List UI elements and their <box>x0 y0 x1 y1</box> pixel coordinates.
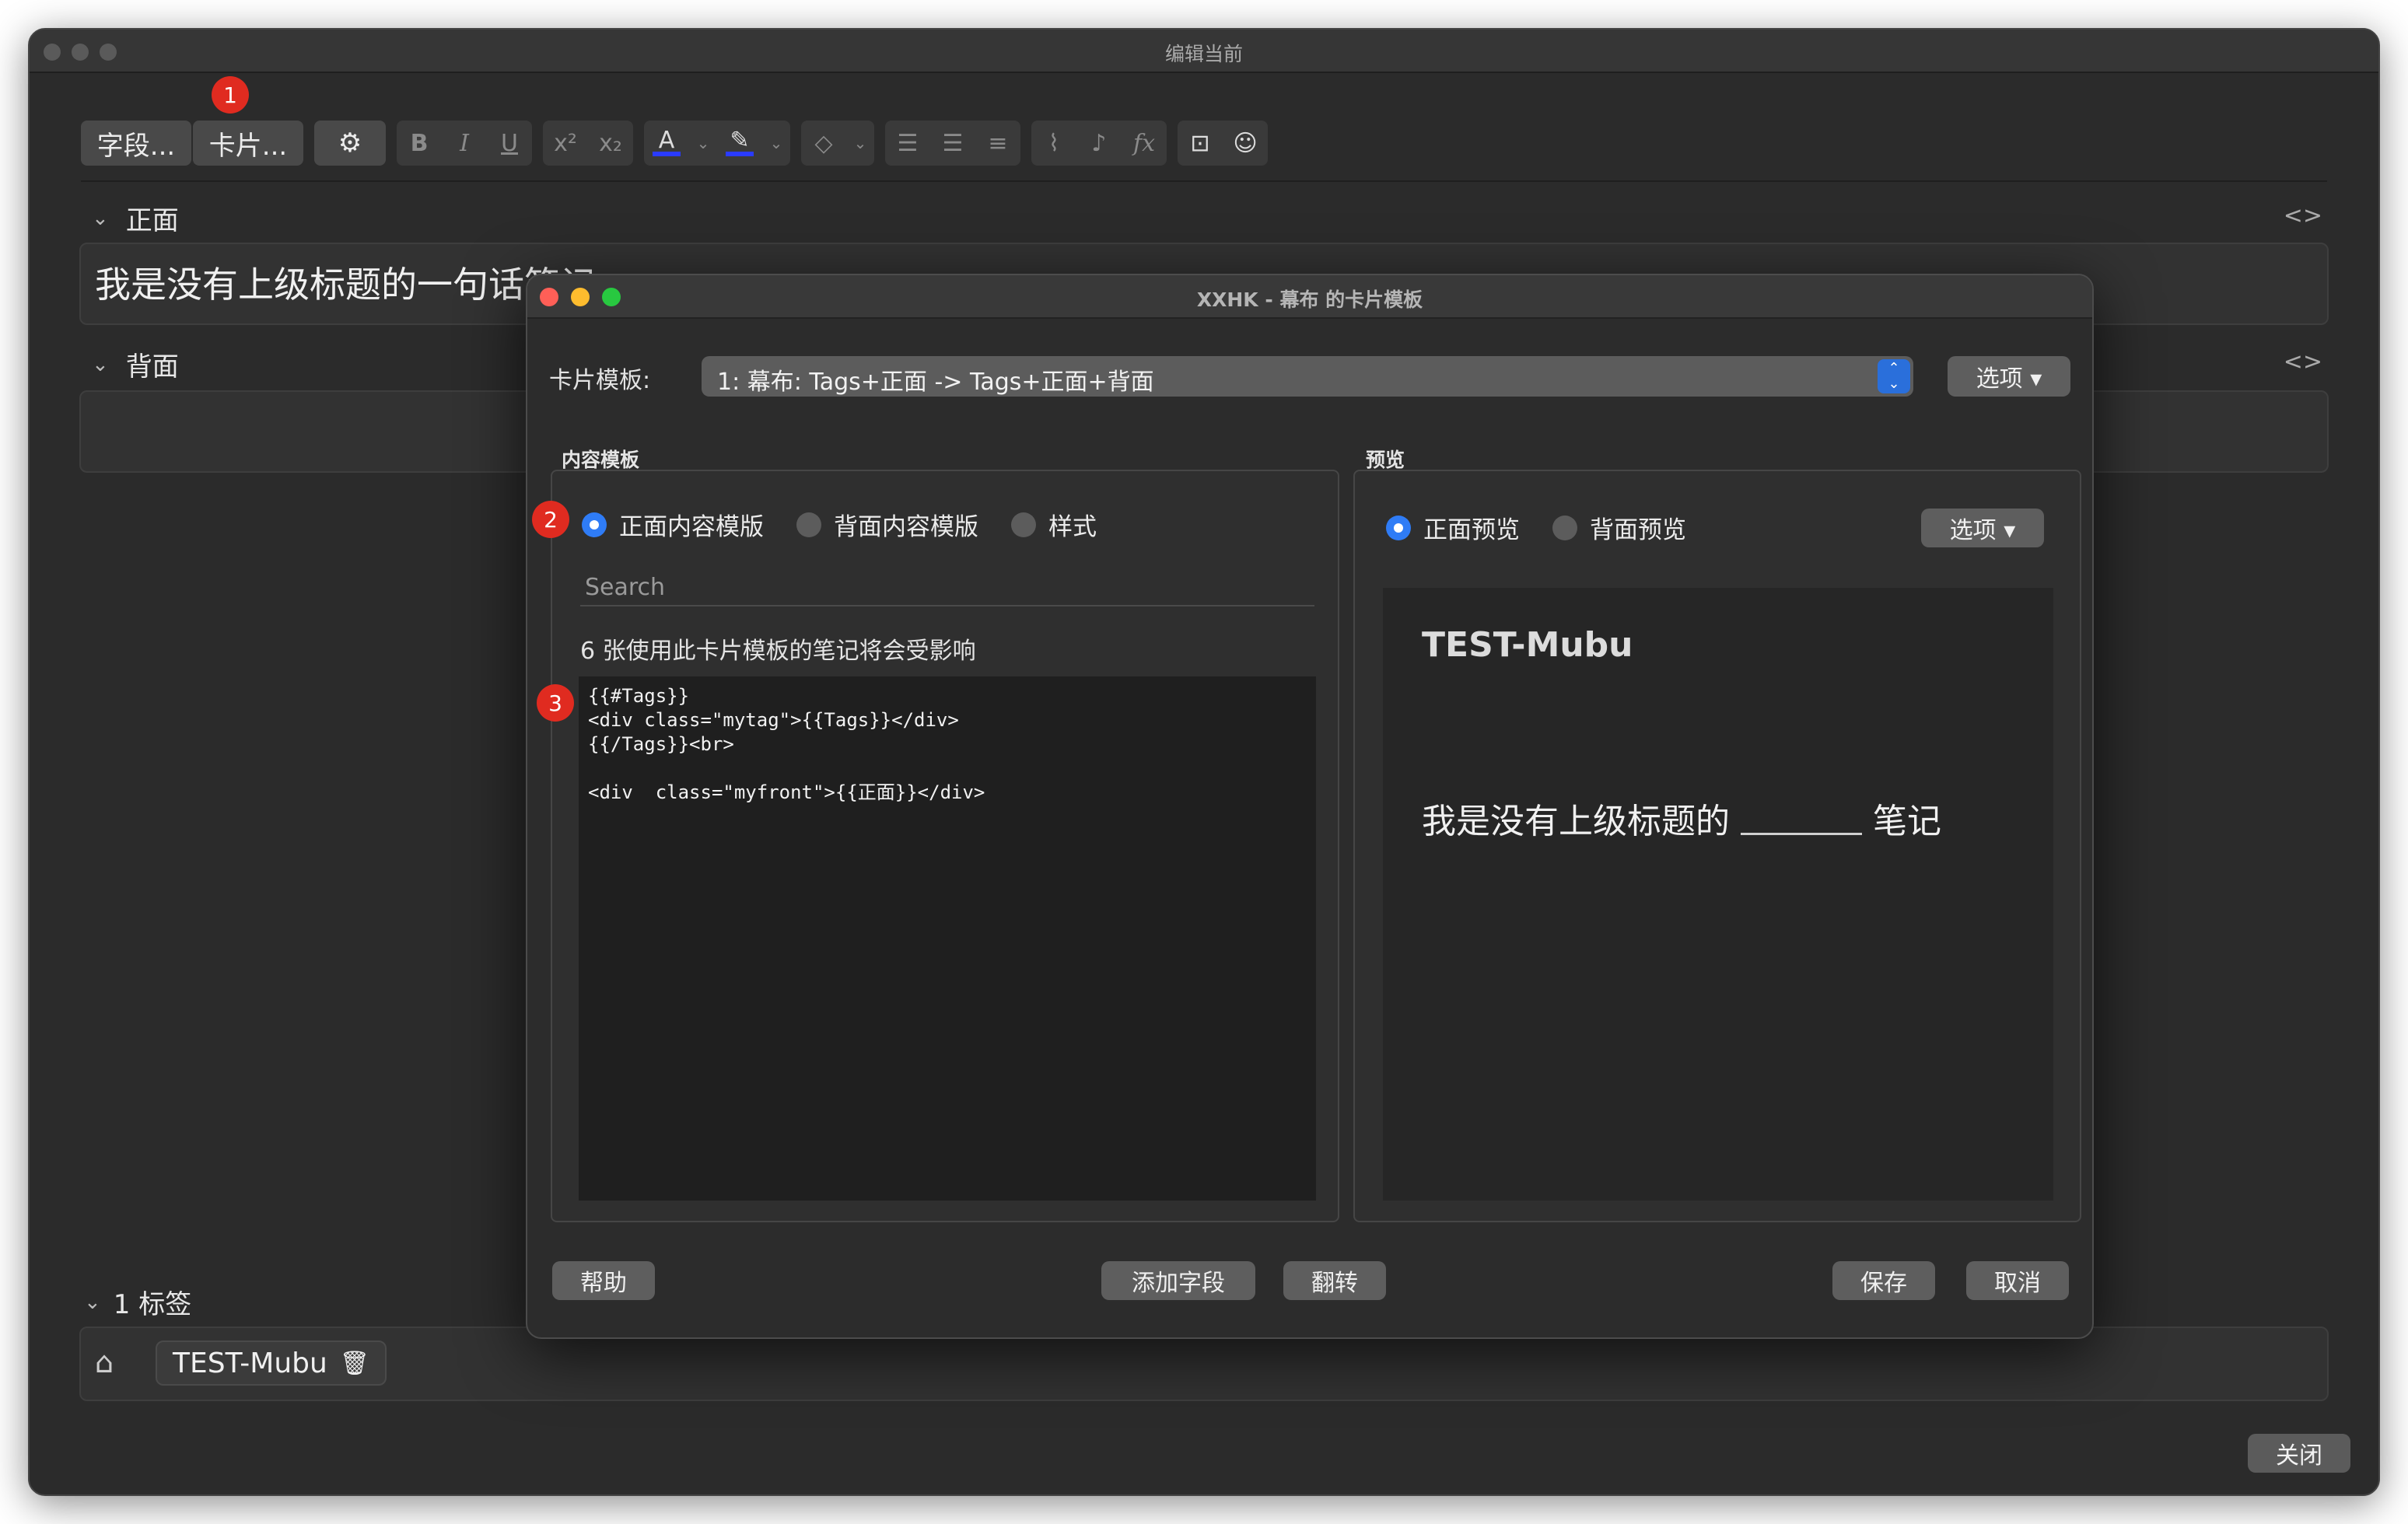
template-options-button[interactable]: 选项 ▾ <box>1948 356 2070 397</box>
radio-style[interactable]: 样式 <box>1011 507 1097 542</box>
content-template-heading: 内容模板 <box>562 449 640 471</box>
fields-button[interactable]: 字段... <box>81 121 191 166</box>
radio-front-label: 正面内容模版 <box>619 513 764 541</box>
numbered-list-icon[interactable]: ☰ <box>930 121 975 166</box>
save-button[interactable]: 保存 <box>1832 1261 1935 1300</box>
window-title: 编辑当前 <box>1164 43 1243 65</box>
template-select[interactable]: 1: 幕布: Tags+正面 -> Tags+正面+背面 ⌃ ⌄ <box>702 356 1913 397</box>
superscript-icon[interactable]: x² <box>543 121 588 166</box>
step-badge-1: 1 <box>212 76 249 114</box>
template-label: 卡片模板: <box>549 367 651 394</box>
back-html-toggle[interactable]: <> <box>2284 348 2322 376</box>
radio-unselected-icon <box>1011 512 1036 537</box>
list-group: ☰ ☰ ≡ <box>885 121 1020 166</box>
preview-heading: 预览 <box>1366 449 1405 471</box>
bold-icon[interactable]: B <box>397 121 442 166</box>
chevron-down-icon: ⌄ <box>84 1290 101 1314</box>
search-input[interactable]: Search <box>580 568 1314 606</box>
content-template-panel: 2 正面内容模版 背面内容模版 样式 Search 6 张使用此卡片模板的笔记将… <box>532 470 1339 1222</box>
radio-back-preview-label: 背面预览 <box>1590 516 1686 544</box>
radio-front-template[interactable]: 正面内容模版 <box>582 507 764 542</box>
template-select-value: 1: 幕布: Tags+正面 -> Tags+正面+背面 <box>717 369 1154 396</box>
bullet-list-icon[interactable]: ☰ <box>885 121 930 166</box>
tags-count-label: 1 标签 <box>113 1289 192 1320</box>
add-field-button[interactable]: 添加字段 <box>1101 1261 1255 1300</box>
title-bar: 编辑当前 <box>30 30 2378 73</box>
cancel-button[interactable]: 取消 <box>1966 1261 2069 1300</box>
editor-toolbar: 字段... 卡片... ⚙ B I U x² x₂ A ⌄ ✎ ⌄ ◇ ⌄ ☰ … <box>81 120 1268 166</box>
format-group: B I U <box>397 121 532 166</box>
formula-icon[interactable]: fx <box>1122 121 1167 166</box>
tag-name: TEST-Mubu <box>173 1347 327 1379</box>
preview-text-after: 笔记 <box>1873 802 1941 841</box>
settings-button[interactable]: ⚙ <box>314 121 386 166</box>
card-template-dialog: XXHK - 幕布 的卡片模板 卡片模板: 1: 幕布: Tags+正面 -> … <box>526 274 2094 1339</box>
chevron-down-icon: ⌄ <box>92 352 109 376</box>
preview-cloze-line: 我是没有上级标题的 笔记 <box>1422 793 1941 843</box>
cards-button[interactable]: 卡片... <box>193 121 303 166</box>
script-group: x² x₂ <box>543 121 633 166</box>
step-badge-3: 3 <box>537 684 574 722</box>
tag-icon: ⌂ <box>95 1345 114 1379</box>
front-field-value: 我是没有上级标题的一句话笔记 <box>95 264 596 306</box>
radio-back-label: 背面内容模版 <box>834 513 978 541</box>
select-arrows-icon: ⌃ ⌄ <box>1878 359 1910 393</box>
html-editor-icon[interactable]: ⊡ <box>1178 121 1223 166</box>
tags-header[interactable]: ⌄ 1 标签 <box>84 1283 191 1321</box>
radio-unselected-icon <box>1552 515 1577 540</box>
subscript-icon[interactable]: x₂ <box>588 121 633 166</box>
radio-front-preview-label: 正面预览 <box>1423 516 1520 544</box>
highlight-icon[interactable]: ✎ <box>717 121 762 166</box>
back-field-header[interactable]: ⌄ 背面 <box>92 345 179 383</box>
italic-icon[interactable]: I <box>442 121 487 166</box>
radio-style-label: 样式 <box>1048 513 1097 541</box>
attach-icon[interactable]: ⌇ <box>1031 121 1076 166</box>
underline-icon[interactable]: U <box>487 121 532 166</box>
preview-radios: 正面预览 背面预览 <box>1386 510 1719 545</box>
chevron-down-icon[interactable]: ⌄ <box>689 121 717 166</box>
template-code-editor[interactable]: {{#Tags}} <div class="mytag">{{Tags}}</d… <box>579 676 1316 1201</box>
media-group: ⌇ ♪ fx <box>1031 121 1167 166</box>
radio-front-preview[interactable]: 正面预览 <box>1386 510 1520 545</box>
front-field-label: 正面 <box>125 205 179 236</box>
dialog-title: XXHK - 幕布 的卡片模板 <box>1196 288 1423 311</box>
radio-unselected-icon <box>796 512 821 537</box>
preview-panel: 正面预览 背面预览 选项 ▾ TEST-Mubu 我是没有上级标题的 笔记 <box>1353 470 2081 1222</box>
template-type-radios: 正面内容模版 背面内容模版 样式 <box>582 507 1129 542</box>
dialog-title-bar: XXHK - 幕布 的卡片模板 <box>527 275 2092 319</box>
radio-back-template[interactable]: 背面内容模版 <box>796 507 978 542</box>
gear-icon: ⚙ <box>338 128 362 159</box>
radio-back-preview[interactable]: 背面预览 <box>1552 510 1686 545</box>
toolbar-divider <box>81 180 2327 182</box>
chevron-down-icon[interactable]: ⌄ <box>762 121 790 166</box>
tools-group: ⊡ ☺ <box>1178 121 1268 166</box>
front-html-toggle[interactable]: <> <box>2284 202 2322 229</box>
color-group: A ⌄ ✎ ⌄ <box>644 121 790 166</box>
affected-notes-text: 6 张使用此卡片模板的笔记将会受影响 <box>580 638 976 665</box>
preview-text-before: 我是没有上级标题的 <box>1422 802 1730 841</box>
flip-button[interactable]: 翻转 <box>1283 1261 1386 1300</box>
step-badge-2: 2 <box>532 501 569 538</box>
chevron-down-icon: ⌄ <box>92 206 109 230</box>
close-button[interactable]: 关闭 <box>2248 1434 2350 1473</box>
mic-icon[interactable]: ♪ <box>1076 121 1122 166</box>
align-icon[interactable]: ≡ <box>975 121 1020 166</box>
radio-selected-icon <box>582 512 607 537</box>
eraser-icon[interactable]: ◇ <box>801 121 846 166</box>
radio-selected-icon <box>1386 515 1411 540</box>
tag-chip[interactable]: TEST-Mubu 🗑 <box>156 1340 387 1386</box>
eraser-group: ◇ ⌄ <box>801 121 874 166</box>
back-field-label: 背面 <box>125 351 179 383</box>
text-color-icon[interactable]: A <box>644 121 689 166</box>
cloze-blank <box>1741 830 1862 835</box>
preview-options-button[interactable]: 选项 ▾ <box>1921 509 2044 547</box>
preview-tag: TEST-Mubu <box>1422 625 1633 665</box>
chevron-down-icon[interactable]: ⌄ <box>846 121 874 166</box>
image-occlusion-icon[interactable]: ☺ <box>1223 121 1268 166</box>
front-field-header[interactable]: ⌄ 正面 <box>92 199 179 237</box>
help-button[interactable]: 帮助 <box>552 1261 655 1300</box>
card-preview: TEST-Mubu 我是没有上级标题的 笔记 <box>1383 588 2053 1201</box>
trash-icon[interactable]: 🗑 <box>340 1350 369 1377</box>
